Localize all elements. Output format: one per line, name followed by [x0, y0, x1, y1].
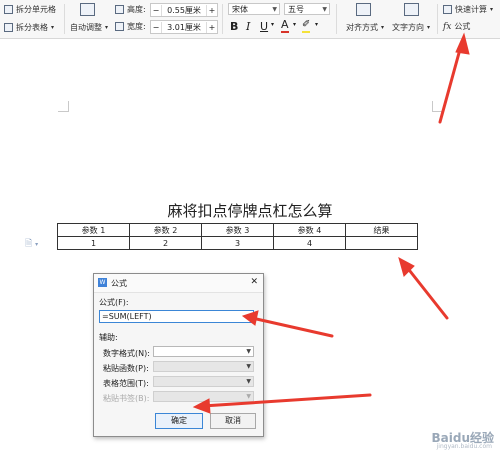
- arrow-to-ok-button: [201, 393, 372, 408]
- arrow-to-formula-input: [250, 316, 334, 338]
- arrow-to-result-cell: [404, 264, 449, 320]
- arrow-head: [241, 310, 259, 326]
- arrow-head: [192, 398, 211, 414]
- watermark-url: jingyan.baidu.com: [436, 443, 492, 450]
- arrow-to-formula-button: [438, 40, 464, 124]
- annotation-arrows: [192, 32, 470, 414]
- arrow-head: [455, 32, 470, 55]
